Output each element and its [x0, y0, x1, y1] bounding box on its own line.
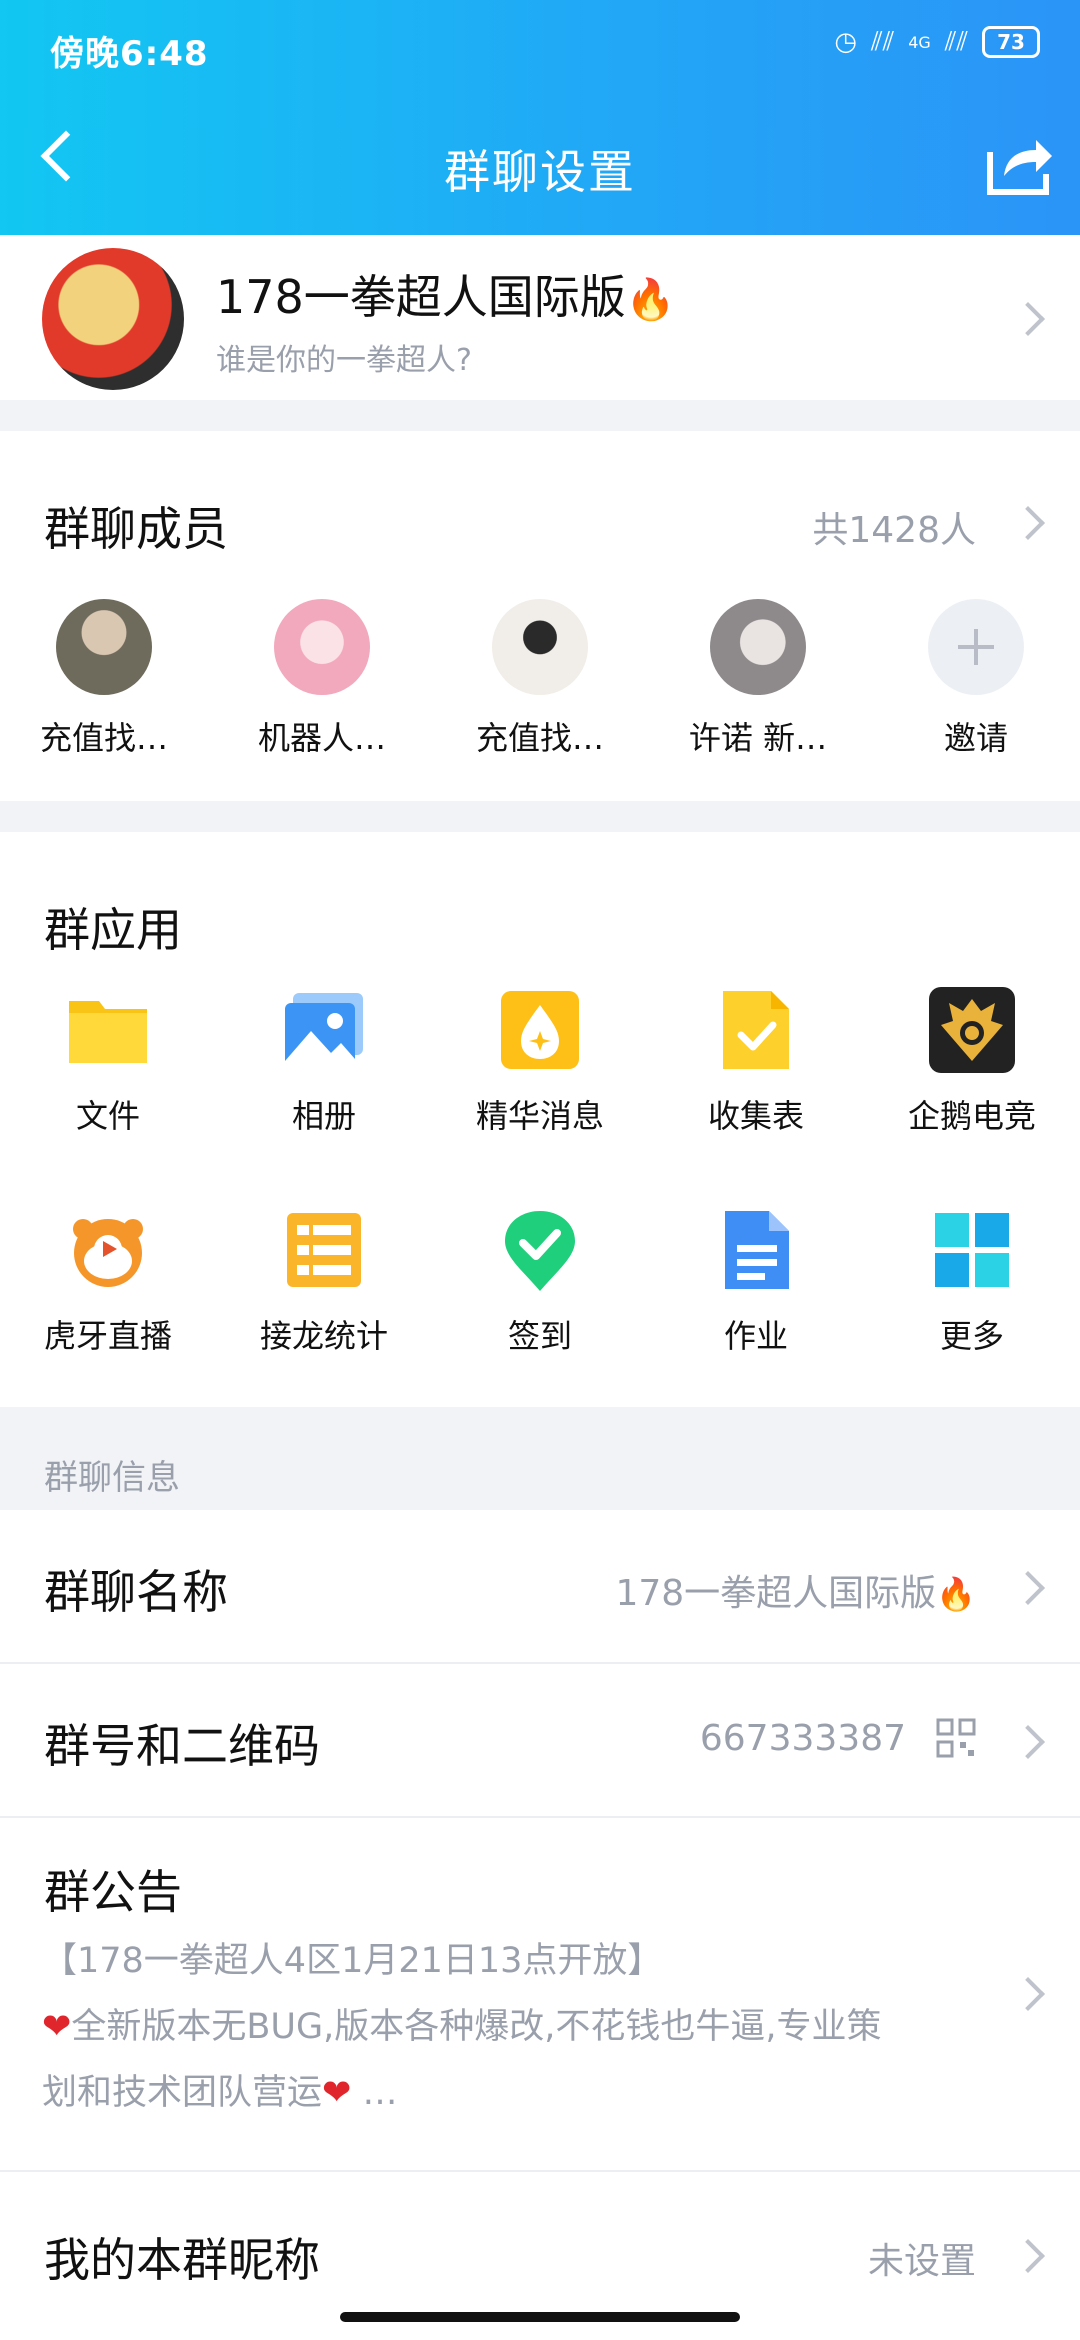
- nickname-value: 未设置: [867, 2241, 976, 2282]
- app-checkin[interactable]: 签到: [440, 1207, 640, 1357]
- header-bar: 傍晚6:48 ◷ ⫽⫽ 4G ⫽⫽ 73 群聊设置: [0, 0, 1080, 235]
- home-indicator[interactable]: [340, 2312, 740, 2322]
- app-relay[interactable]: 接龙统计: [224, 1207, 424, 1357]
- member-avatar: [56, 599, 152, 695]
- status-time: 傍晚6:48: [50, 34, 209, 74]
- fire-icon: 🔥: [625, 277, 676, 323]
- group-profile-card[interactable]: 178一拳超人国际版🔥 谁是你的一拳超人?: [0, 235, 1080, 400]
- notice-content: 【178一拳超人4区1月21日13点开放】 ❤全新版本无BUG,版本各种爆改,不…: [42, 1928, 992, 2126]
- chevron-right-icon: [1011, 1725, 1045, 1759]
- app-form[interactable]: 收集表: [656, 987, 856, 1137]
- share-icon[interactable]: [984, 132, 1054, 198]
- group-name-label: 群聊名称: [44, 1565, 228, 1619]
- app-more[interactable]: 更多: [872, 1207, 1072, 1357]
- app-file[interactable]: 文件: [8, 987, 208, 1137]
- members-title: 群聊成员: [44, 502, 228, 556]
- member-item[interactable]: 许诺 新…: [673, 599, 843, 759]
- chevron-right-icon[interactable]: [1011, 506, 1045, 540]
- fire-icon: 🔥: [936, 1575, 976, 1613]
- member-name: 充值找…: [475, 719, 604, 757]
- chevron-right-icon: [1011, 1571, 1045, 1605]
- ellipsis: …: [362, 2073, 398, 2113]
- nickname-label: 我的本群昵称: [44, 2233, 320, 2287]
- member-name: 机器人…: [257, 719, 386, 757]
- app-essence[interactable]: 精华消息: [440, 987, 640, 1137]
- notice-line: 划和技术团队营运: [42, 2073, 323, 2113]
- group-id-value: 667333387: [699, 1718, 906, 1759]
- group-name-row[interactable]: 群聊名称 178一拳超人国际版🔥: [0, 1510, 1080, 1664]
- app-homework[interactable]: 作业: [656, 1207, 856, 1357]
- group-avatar: [42, 248, 184, 390]
- group-id-row[interactable]: 群号和二维码 667333387: [0, 1664, 1080, 1818]
- homework-icon: [713, 1207, 799, 1293]
- status-icons: ◷ ⫽⫽ 4G ⫽⫽ 73: [834, 26, 1040, 58]
- group-notice-row[interactable]: 群公告 【178一拳超人4区1月21日13点开放】 ❤全新版本无BUG,版本各种…: [0, 1818, 1080, 2172]
- signal-icon: ⫽⫽: [871, 26, 895, 57]
- chevron-right-icon: [1011, 1977, 1045, 2011]
- folder-icon: [65, 987, 151, 1073]
- notice-line: 【178一拳超人4区1月21日13点开放】: [42, 1941, 663, 1981]
- notice-line: 全新版本无BUG,版本各种爆改,不花钱也牛逼,专业策: [71, 2007, 882, 2047]
- form-icon: [713, 987, 799, 1073]
- group-name-value: 178一拳超人国际版🔥: [615, 1573, 976, 1614]
- group-id-label: 群号和二维码: [44, 1719, 320, 1773]
- group-name: 178一拳超人国际版🔥: [216, 270, 676, 324]
- member-count[interactable]: 共1428人: [812, 501, 976, 553]
- member-item[interactable]: 机器人…: [237, 599, 407, 759]
- member-name: 许诺 新…: [688, 719, 828, 757]
- info-section-label: 群聊信息: [44, 1458, 180, 1498]
- huya-icon: [65, 1207, 151, 1293]
- heart-icon: ❤: [322, 2073, 352, 2113]
- network-type: 4G: [908, 32, 931, 52]
- page-title: 群聊设置: [444, 145, 636, 199]
- member-avatar: [492, 599, 588, 695]
- member-avatar: [710, 599, 806, 695]
- notice-title: 群公告: [44, 1865, 182, 1919]
- group-description: 谁是你的一拳超人?: [216, 343, 472, 378]
- members-section: 群聊成员 共1428人 充值找… 机器人… 充值找… 许诺 新… 邀请: [0, 431, 1080, 801]
- apps-title: 群应用: [44, 903, 182, 957]
- app-esports[interactable]: 企鹅电竞: [872, 987, 1072, 1137]
- member-item[interactable]: 充值找…: [19, 599, 189, 759]
- invite-button[interactable]: 邀请: [891, 599, 1061, 759]
- member-avatar: [274, 599, 370, 695]
- signal-icon-2: ⫽⫽: [944, 26, 968, 57]
- app-huya[interactable]: 虎牙直播: [8, 1207, 208, 1357]
- essence-icon: [497, 987, 583, 1073]
- member-item[interactable]: 充值找…: [455, 599, 625, 759]
- heart-icon: ❤: [42, 2007, 72, 2047]
- alarm-icon: ◷: [834, 27, 858, 57]
- member-name: 充值找…: [39, 719, 168, 757]
- qrcode-icon[interactable]: [936, 1718, 976, 1758]
- battery-icon: 73: [982, 26, 1040, 58]
- plus-icon: [928, 599, 1024, 695]
- photo-album-icon: [281, 987, 367, 1073]
- more-grid-icon: [929, 1207, 1015, 1293]
- app-album[interactable]: 相册: [224, 987, 424, 1137]
- chevron-right-icon: [1011, 2239, 1045, 2273]
- group-apps-section: 群应用 文件 相册 精华消息 收集表 企鹅电竞 虎牙直播 接龙统计 签到 作业 …: [0, 832, 1080, 1407]
- relay-icon: [281, 1207, 367, 1293]
- checkin-icon: [497, 1207, 583, 1293]
- chevron-right-icon: [1011, 302, 1045, 336]
- esports-icon: [929, 987, 1015, 1073]
- invite-label: 邀请: [943, 719, 1008, 757]
